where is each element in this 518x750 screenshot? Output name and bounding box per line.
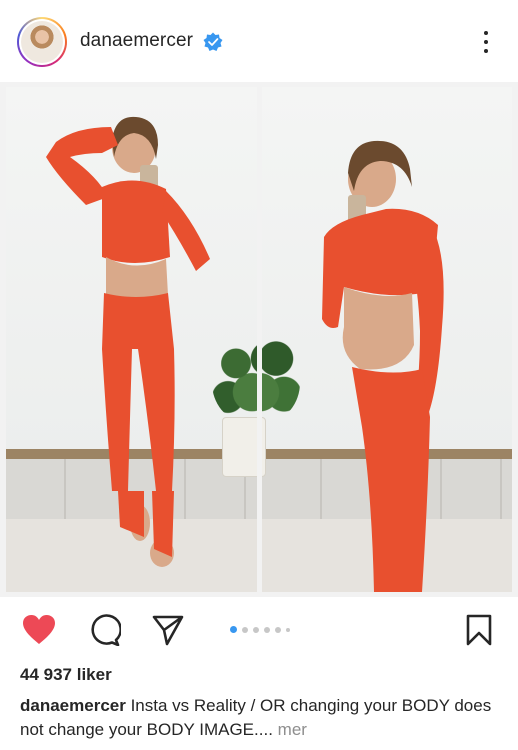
photo-panel-reality — [262, 87, 512, 592]
post-action-bar — [0, 600, 518, 658]
paper-plane-icon[interactable] — [151, 614, 185, 646]
avatar-image — [21, 21, 63, 63]
carousel-dot — [253, 626, 259, 633]
comment-icon[interactable] — [87, 614, 121, 646]
profile-avatar[interactable] — [17, 17, 67, 67]
more-options-icon[interactable] — [476, 28, 496, 56]
post-header: danaemercer — [0, 0, 518, 82]
post-username[interactable]: danaemercer — [80, 30, 193, 52]
heart-icon[interactable] — [22, 614, 56, 646]
verified-badge-icon — [203, 32, 223, 51]
woman-figure-reality — [322, 140, 444, 592]
likes-count[interactable]: 44 937 liker — [20, 665, 112, 685]
carousel-dot — [264, 626, 270, 633]
carousel-indicator — [230, 626, 290, 633]
carousel-dot — [230, 626, 237, 633]
caption-username[interactable]: danaemercer — [20, 696, 126, 715]
carousel-dot — [275, 626, 281, 633]
caption-more-link[interactable]: mer — [278, 720, 307, 739]
woman-figure-insta — [46, 116, 210, 567]
photo-panel-insta — [6, 87, 257, 592]
carousel-dot — [286, 627, 290, 632]
bookmark-icon[interactable] — [462, 614, 496, 646]
post-caption: danaemercer Insta vs Reality / OR changi… — [20, 694, 505, 742]
carousel-dot — [242, 626, 248, 633]
post-photo[interactable] — [0, 82, 518, 597]
